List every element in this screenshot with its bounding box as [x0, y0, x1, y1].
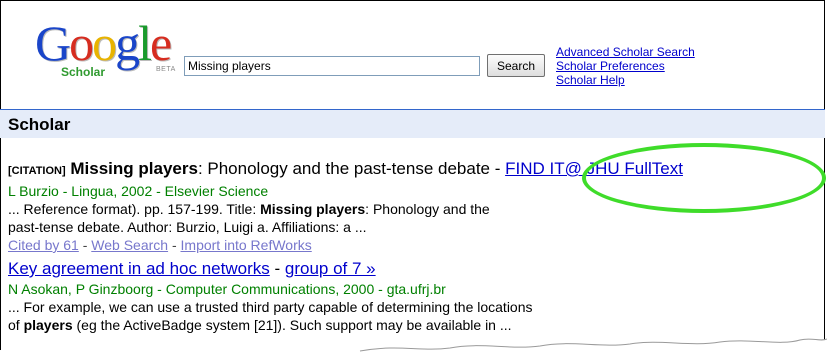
logo-letter: g	[115, 15, 140, 71]
scholar-bar: Scholar	[0, 110, 825, 138]
result-snippet: ... Reference format). pp. 157-199. Titl…	[8, 200, 683, 218]
torn-edge	[0, 338, 827, 358]
result-item: [CITATION] Missing players: Phonology an…	[8, 158, 683, 254]
snippet-bold: Missing players	[260, 201, 366, 217]
logo-letter: G	[35, 15, 71, 71]
snippet-text: : Phonology and the	[365, 201, 490, 217]
result-actions: Cited by 61 - Web Search - Import into R…	[8, 236, 683, 254]
snippet-text: (eg the ActiveBadge system [21]). Such s…	[72, 317, 512, 333]
logo-wordmark: Google	[35, 15, 172, 71]
title-separator: -	[269, 259, 285, 278]
search-input[interactable]	[184, 56, 480, 76]
cited-by-link[interactable]: Cited by 61	[8, 237, 79, 253]
result-title-bold: Missing players	[70, 159, 198, 178]
logo-scholar-label: Scholar	[61, 65, 106, 79]
scholar-preferences-link[interactable]: Scholar Preferences	[556, 59, 695, 73]
result-authors: N Asokan, P Ginzboorg - Computer Communi…	[8, 281, 446, 297]
snippet-text: of	[8, 317, 24, 333]
scholar-bar-title: Scholar	[8, 115, 71, 134]
result-snippet-line2: past-tense debate. Author: Burzio, Luigi…	[8, 219, 367, 235]
citation-tag: [CITATION]	[8, 165, 66, 177]
snippet-bold: players	[23, 317, 73, 333]
result-title: Key agreement in ad hoc networks - group…	[8, 258, 533, 280]
logo-beta-label: BETA	[156, 66, 176, 73]
search-button[interactable]: Search	[487, 54, 545, 77]
header-links: Advanced Scholar Search Scholar Preferen…	[556, 45, 695, 87]
find-it-fulltext-link[interactable]: FIND IT@ JHU FullText	[505, 159, 683, 178]
scholar-help-link[interactable]: Scholar Help	[556, 73, 695, 87]
action-separator: -	[78, 237, 92, 253]
logo-letter: l	[138, 15, 152, 71]
group-versions-link[interactable]: group of 7 »	[285, 259, 376, 278]
result-title: [CITATION] Missing players: Phonology an…	[8, 158, 683, 182]
result-snippet: ... For example, we can use a trusted th…	[8, 299, 533, 315]
logo-letter: e	[150, 15, 172, 71]
result-snippet-line2: of players (eg the ActiveBadge system [2…	[8, 316, 533, 334]
action-separator: -	[168, 237, 181, 253]
import-refworks-link[interactable]: Import into RefWorks	[181, 237, 312, 253]
result-authors: L Burzio - Lingua, 2002 - Elsevier Scien…	[8, 183, 269, 199]
advanced-scholar-search-link[interactable]: Advanced Scholar Search	[556, 45, 695, 59]
result-item: Key agreement in ad hoc networks - group…	[8, 258, 533, 334]
result-title-rest: : Phonology and the past-tense debate	[197, 159, 490, 178]
title-separator: -	[490, 159, 506, 178]
logo-letter: o	[92, 15, 117, 71]
snippet-text: ... Reference format). pp. 157-199. Titl…	[8, 201, 261, 217]
result-title-link[interactable]: Key agreement in ad hoc networks	[8, 259, 270, 278]
web-search-link[interactable]: Web Search	[91, 237, 168, 253]
logo-letter: o	[69, 15, 94, 71]
google-scholar-logo[interactable]: Google Scholar BETA	[35, 15, 176, 79]
